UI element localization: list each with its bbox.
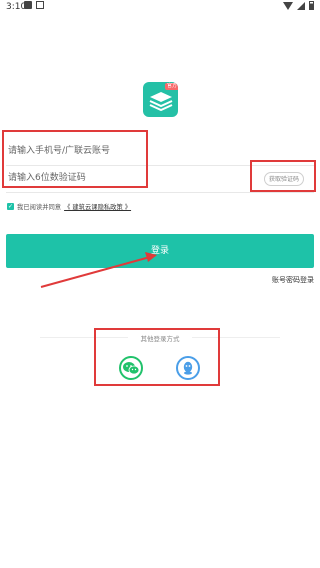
gallery-icon	[24, 1, 32, 9]
status-system-icons	[283, 1, 314, 10]
agree-checkbox[interactable]: ✓	[7, 203, 14, 210]
app-logo: 官方	[143, 82, 178, 117]
highlight-other-login	[94, 328, 220, 386]
layers-icon	[149, 92, 173, 111]
code-divider	[6, 192, 314, 193]
highlight-inputs	[2, 130, 148, 188]
status-notification-icons	[24, 1, 44, 9]
signal-icon	[297, 1, 305, 10]
battery-icon	[309, 1, 314, 10]
privacy-policy-link[interactable]: 《 建筑云课隐私政策 》	[64, 202, 131, 211]
password-login-link[interactable]: 账号密码登录	[272, 275, 314, 285]
official-badge: 官方	[165, 83, 178, 90]
highlight-get-code	[250, 160, 316, 192]
wifi-icon	[283, 1, 293, 10]
notification-icon	[36, 1, 44, 9]
agreement-text: 我已阅读并同意	[17, 204, 62, 211]
agreement-row: ✓ 我已阅读并同意 《 建筑云课隐私政策 》	[7, 202, 131, 211]
status-bar: 3:10	[0, 0, 320, 14]
login-button[interactable]: 登录	[6, 234, 314, 268]
